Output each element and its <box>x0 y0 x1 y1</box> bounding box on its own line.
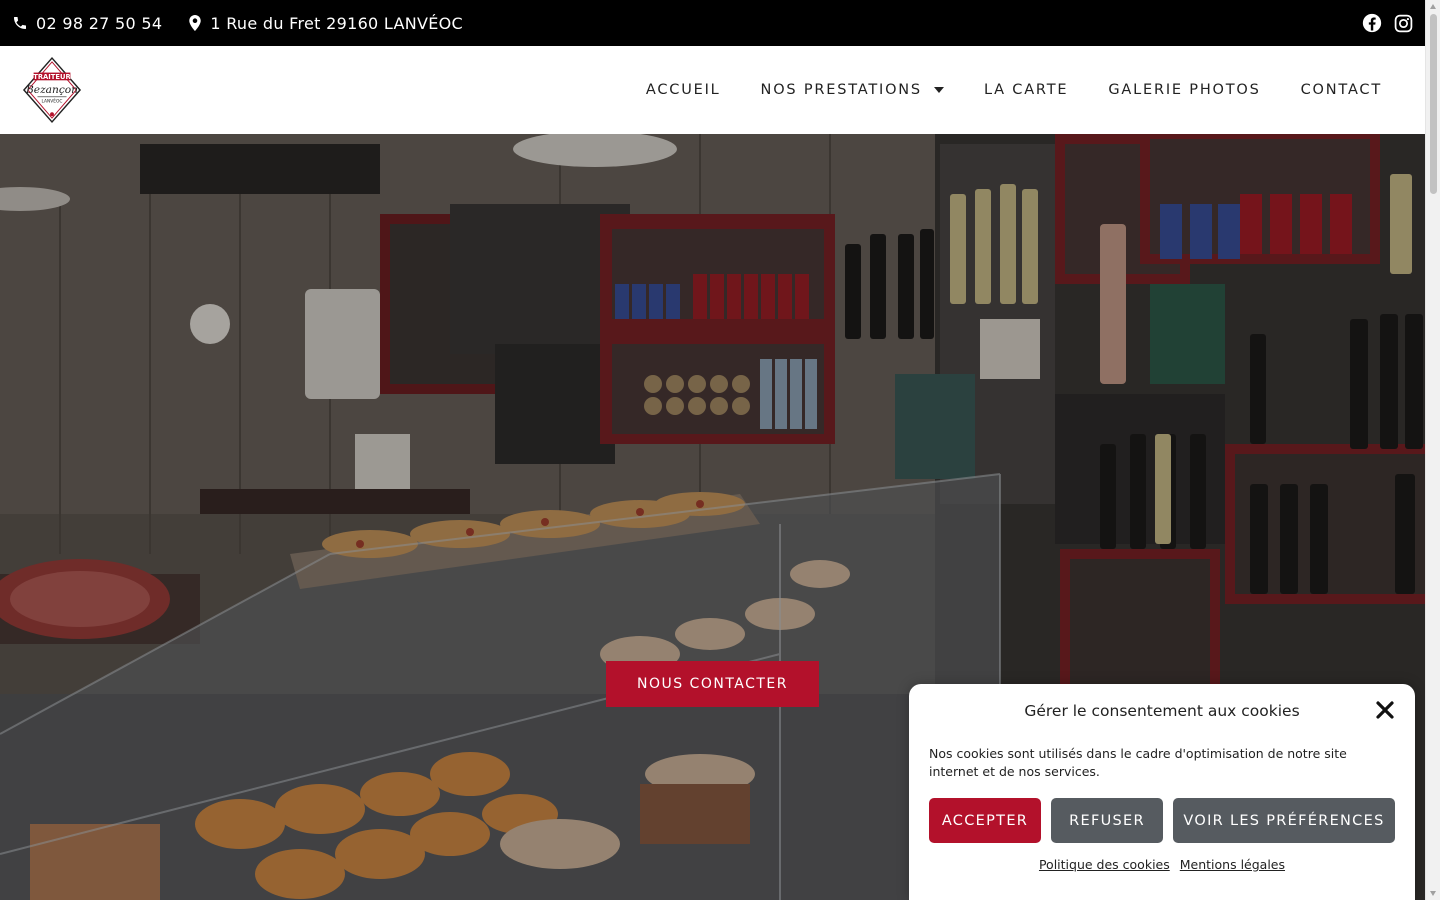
page-scrollbar[interactable] <box>1425 0 1440 900</box>
legal-notice-link[interactable]: Mentions légales <box>1180 857 1285 872</box>
phone-link[interactable]: 02 98 27 50 54 <box>12 14 162 33</box>
nav-item-la-carte[interactable]: LA CARTE <box>984 82 1068 98</box>
close-icon[interactable] <box>1375 700 1395 720</box>
site-logo[interactable]: TRAITEUR Bezançon LANVÉOC <box>22 55 82 125</box>
logo-text-traiteur: TRAITEUR <box>33 73 71 81</box>
nav-item-label: LA CARTE <box>983 82 1069 98</box>
address-text: 1 Rue du Fret 29160 LANVÉOC <box>210 13 464 33</box>
scroll-down-arrow-icon[interactable] <box>1430 891 1436 896</box>
cookie-consent-modal: Gérer le consentement aux cookies Nos co… <box>909 684 1415 900</box>
refuse-cookies-button[interactable]: REFUSER <box>1051 798 1163 843</box>
nav-item-accueil[interactable]: ACCUEIL <box>646 82 721 98</box>
nav-item-label: GALERIE PHOTOS <box>1108 82 1261 98</box>
scrollbar-thumb[interactable] <box>1430 14 1437 194</box>
facebook-icon[interactable] <box>1362 13 1382 33</box>
scroll-up-arrow-icon[interactable] <box>1430 4 1436 9</box>
phone-number: 02 98 27 50 54 <box>36 13 163 33</box>
nav-item-label: CONTACT <box>1300 82 1382 98</box>
site-header: TRAITEUR Bezançon LANVÉOC ACCUEIL NOS PR… <box>0 46 1425 134</box>
nav-item-label: ACCUEIL <box>645 82 721 98</box>
main-nav: ACCUEIL NOS PRESTATIONS LA CARTE GALERIE… <box>646 82 1382 98</box>
cookie-buttons: ACCEPTER REFUSER VOIR LES PRÉFÉRENCES <box>929 798 1395 843</box>
map-pin-icon <box>188 15 202 31</box>
accept-cookies-button[interactable]: ACCEPTER <box>929 798 1041 843</box>
cookie-links: Politique des cookies Mentions légales <box>929 857 1395 872</box>
caret-down-icon <box>933 87 944 93</box>
nav-item-label: NOS PRESTATIONS <box>760 82 922 98</box>
top-bar: 02 98 27 50 54 1 Rue du Fret 29160 LANVÉ… <box>0 0 1425 46</box>
cookie-policy-link[interactable]: Politique des cookies <box>1039 857 1170 872</box>
nav-item-nos-prestations[interactable]: NOS PRESTATIONS <box>761 82 944 98</box>
cookie-message: Nos cookies sont utilisés dans le cadre … <box>929 746 1347 779</box>
logo-text-name: Bezançon <box>25 83 78 96</box>
address-link[interactable]: 1 Rue du Fret 29160 LANVÉOC <box>188 14 463 33</box>
nav-item-contact[interactable]: CONTACT <box>1301 82 1382 98</box>
cookie-modal-title: Gérer le consentement aux cookies <box>1024 702 1300 720</box>
view-preferences-button[interactable]: VOIR LES PRÉFÉRENCES <box>1173 798 1395 843</box>
nav-item-galerie-photos[interactable]: GALERIE PHOTOS <box>1108 82 1260 98</box>
social-links <box>1362 13 1413 33</box>
contact-info: 02 98 27 50 54 1 Rue du Fret 29160 LANVÉ… <box>12 14 463 33</box>
instagram-icon[interactable] <box>1394 14 1413 33</box>
phone-icon <box>12 15 28 31</box>
contact-us-button[interactable]: NOUS CONTACTER <box>606 661 819 707</box>
